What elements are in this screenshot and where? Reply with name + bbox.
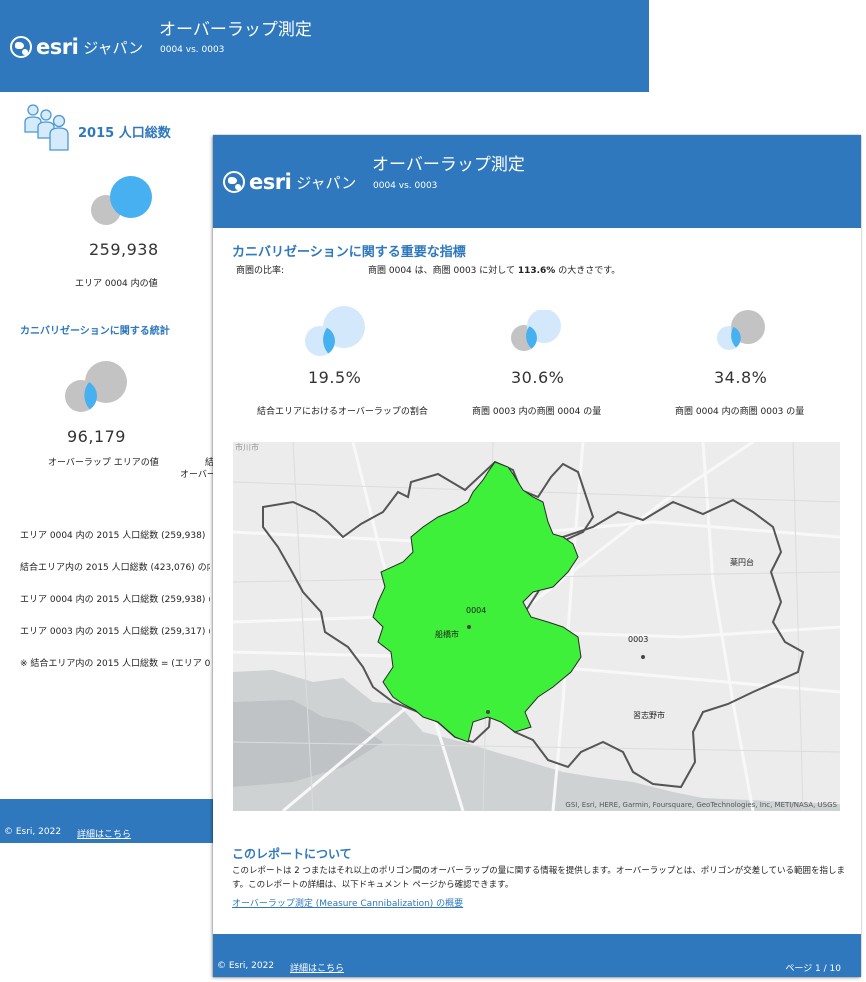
front-footer-copyright: © Esri, 2022 xyxy=(217,961,275,971)
about-doc-link[interactable]: オーバーラップ測定 (Measure Cannibalization) の概要 xyxy=(232,896,463,909)
back-report-subtitle: 0004 vs. 0003 xyxy=(160,45,225,55)
population-label: エリア 0004 内の値 xyxy=(75,279,158,289)
back-header: esri ジャパン オーバーラップ測定 0004 vs. 0003 xyxy=(0,0,649,92)
esri-japan-logo: esri ジャパン xyxy=(10,35,143,59)
kpi-venn-icon-combined xyxy=(305,306,365,356)
map-label-0003: 0003 xyxy=(628,635,649,644)
globe-icon xyxy=(10,36,32,58)
kpi-label-1: 結合エリアにおけるオーバーラップの割合 xyxy=(257,407,428,417)
kpi-value-3: 34.8% xyxy=(714,368,768,387)
kpi-label-2: 商圏 0003 内の商圏 0004 の量 xyxy=(472,407,602,417)
stat-line-3: エリア 0004 内の 2015 人口総数 (259,938) の xyxy=(20,595,210,605)
overlap-label: オーバーラップ エリアの値 xyxy=(48,458,159,468)
overlap-value: 96,179 xyxy=(67,427,126,446)
ratio-text-pre: 商圏 0004 は、商圏 0003 に対して xyxy=(368,266,518,276)
kpi-label-3: 商圏 0004 内の商圏 0003 の量 xyxy=(675,407,805,417)
logo-japan-text: ジャパン xyxy=(296,173,357,192)
map-attribution: GSI, Esri, HERE, Garmin, Foursquare, Geo… xyxy=(565,801,837,809)
map-label-yakuendai: 薬円台 xyxy=(730,558,754,567)
stat-line-1: エリア 0004 内の 2015 人口総数 (259,938) xyxy=(20,531,206,541)
front-footer: © Esri, 2022 詳細はこちら ページ 1 / 10 xyxy=(213,934,861,977)
map-canvas xyxy=(233,442,840,811)
esri-japan-logo: esri ジャパン xyxy=(223,170,356,194)
ratio-text: 商圏 0004 は、商圏 0003 に対して 113.6% の大きさです。 xyxy=(368,263,620,276)
front-report-page: esri ジャパン オーバーラップ測定 0004 vs. 0003 カニバリゼー… xyxy=(213,135,861,977)
back-footer-more-link[interactable]: 詳細はこちら xyxy=(77,827,131,840)
logo-esri-text: esri xyxy=(36,35,79,59)
cannibalization-stats-title: カニバリゼーションに関する統計 xyxy=(20,326,170,337)
ratio-value: 113.6% xyxy=(517,266,556,276)
population-value: 259,938 xyxy=(89,240,159,259)
logo-esri-text: esri xyxy=(249,170,292,194)
overlap-venn-icon xyxy=(65,361,127,412)
about-text: このレポートは 2 つまたはそれ以上のポリゴン間のオーバーラップの量に関する情報… xyxy=(232,866,846,890)
logo-japan-text: ジャパン xyxy=(83,38,144,57)
front-report-title: オーバーラップ測定 xyxy=(372,155,525,175)
map-label-narashino: 習志野市 xyxy=(633,711,665,720)
map-label-funabashi: 船橋市 xyxy=(435,630,459,639)
front-footer-page-number: ページ 1 / 10 xyxy=(785,964,841,974)
front-header: esri ジャパン オーバーラップ測定 0004 vs. 0003 xyxy=(213,135,861,228)
people-icon xyxy=(24,104,69,151)
ratio-text-post: の大きさです。 xyxy=(555,266,621,276)
front-footer-more-link[interactable]: 詳細はこちら xyxy=(290,961,344,974)
about-title: このレポートについて xyxy=(232,847,352,861)
back-footer: © Esri, 2022 詳細はこちら xyxy=(0,799,215,843)
map-label-0004: 0004 xyxy=(466,606,487,615)
map-label-ichikawa: 市川市 xyxy=(235,443,259,452)
stat-line-2: 結合エリア内の 2015 人口総数 (423,076) の内 xyxy=(20,563,210,573)
population-section-title: 2015 人口総数 xyxy=(78,126,171,141)
kpi-venn-icon-0003 xyxy=(511,310,561,351)
front-report-subtitle: 0004 vs. 0003 xyxy=(373,181,438,191)
globe-icon xyxy=(223,171,245,193)
ratio-label: 商圏の比率: xyxy=(236,266,285,276)
back-footer-copyright: © Esri, 2022 xyxy=(4,827,62,837)
kpi-value-1: 19.5% xyxy=(308,368,362,387)
kpi-value-2: 30.6% xyxy=(511,368,565,387)
stat-line-4: エリア 0003 内の 2015 人口総数 (259,317) の xyxy=(20,627,210,637)
kpi-venn-icon-0004 xyxy=(717,310,765,350)
kpi-section-title: カニバリゼーションに関する重要な指標 xyxy=(232,245,466,260)
stat-line-5: ※ 結合エリア内の 2015 人口総数 = (エリア 0 xyxy=(20,659,210,669)
back-report-title: オーバーラップ測定 xyxy=(159,20,312,40)
population-circle-blue xyxy=(110,176,152,218)
overlap-map[interactable]: 0004 0003 船橋市 習志野市 薬円台 市川市 GSI, Esri, HE… xyxy=(233,442,840,811)
